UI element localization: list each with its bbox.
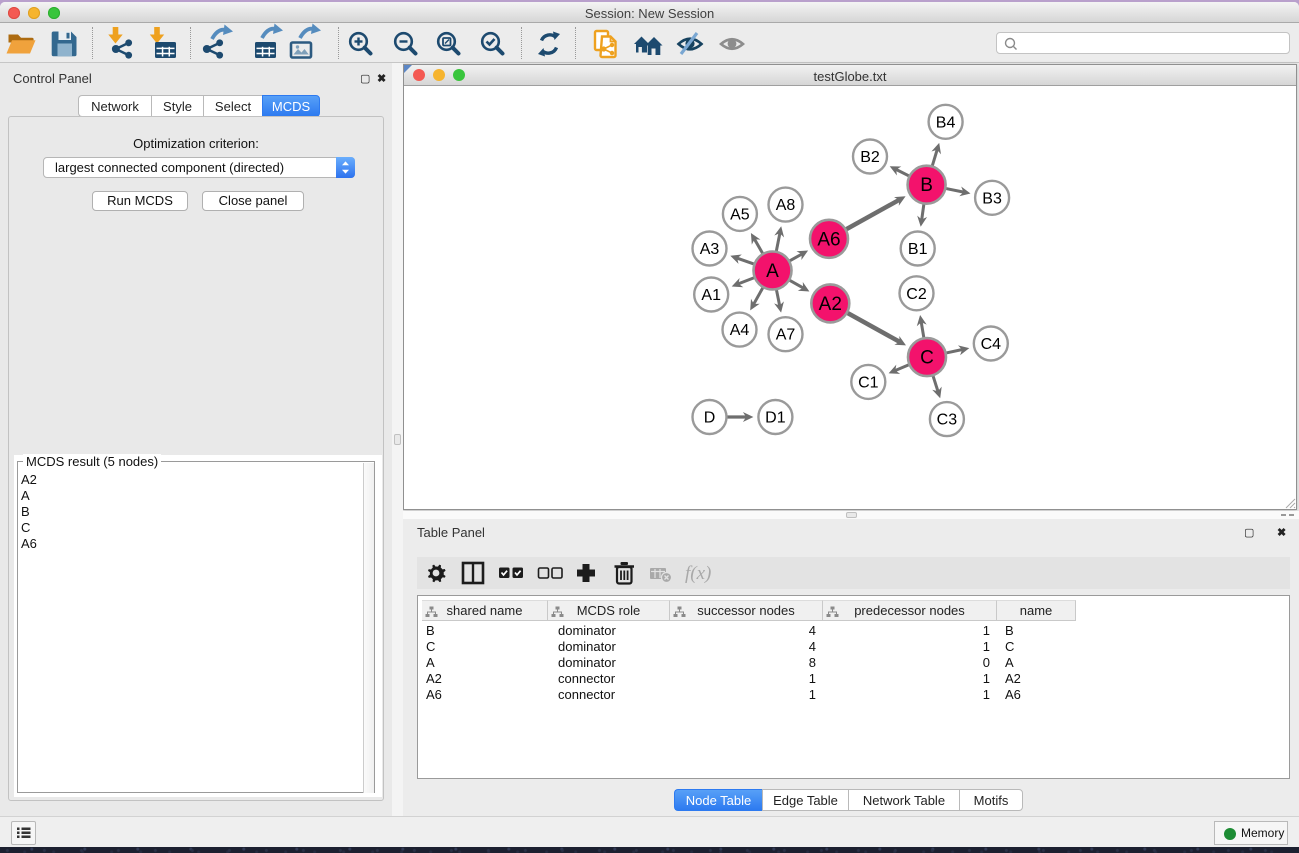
svg-text:D: D <box>704 410 716 427</box>
svg-text:f(x): f(x) <box>685 563 711 584</box>
svg-text:A4: A4 <box>730 322 750 339</box>
svg-text:C3: C3 <box>937 412 958 429</box>
svg-text:B: B <box>920 175 933 196</box>
svg-text:B4: B4 <box>936 114 956 131</box>
svg-text:A1: A1 <box>701 287 721 304</box>
svg-text:B1: B1 <box>908 241 928 258</box>
svg-text:C1: C1 <box>858 374 879 391</box>
svg-text:B3: B3 <box>982 190 1002 207</box>
svg-text:C4: C4 <box>981 336 1002 353</box>
svg-text:A6: A6 <box>817 229 840 250</box>
svg-text:A3: A3 <box>700 241 720 258</box>
svg-text:A7: A7 <box>776 327 796 344</box>
svg-text:B2: B2 <box>860 149 880 166</box>
svg-text:A: A <box>766 261 779 282</box>
svg-text:C: C <box>920 348 934 369</box>
svg-text:D1: D1 <box>765 410 786 427</box>
svg-text:A2: A2 <box>819 294 842 315</box>
svg-text:A5: A5 <box>730 206 750 223</box>
svg-text:A8: A8 <box>776 197 796 214</box>
svg-text:C2: C2 <box>906 286 927 303</box>
